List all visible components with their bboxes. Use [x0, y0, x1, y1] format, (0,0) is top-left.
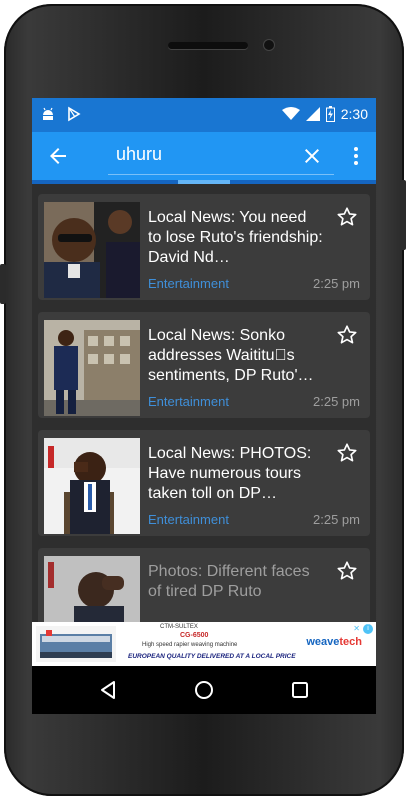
article-thumbnail — [44, 438, 140, 534]
nav-recents-icon[interactable] — [288, 678, 312, 702]
ad-brand-accent: tech — [339, 636, 362, 648]
article-card[interactable]: Local News: PHOTOS: Have numerous tours … — [38, 430, 370, 536]
article-title[interactable]: Local News: PHOTOS: Have numerous tours … — [148, 444, 324, 506]
search-input[interactable]: uhuru — [116, 144, 162, 165]
status-time: 2:30 — [340, 106, 368, 122]
article-title[interactable]: Photos: Different faces of tired DP Ruto — [148, 562, 324, 624]
article-card[interactable]: Local News: Sonko addresses Waititu s se… — [38, 312, 370, 418]
star-outline-icon[interactable] — [336, 324, 358, 346]
ad-product-line: CG-6500 — [180, 632, 209, 639]
screen: 2:30 uhuru Local News: You need to lose … — [32, 98, 376, 714]
ad-close-icon[interactable]: ✕ — [353, 624, 360, 633]
ad-banner[interactable]: CTM-SULTEX CG-6500 High speed rapier wea… — [32, 622, 376, 666]
article-category[interactable]: Entertainment — [148, 394, 229, 409]
close-icon[interactable] — [300, 144, 324, 168]
star-outline-icon[interactable] — [336, 560, 358, 582]
article-title[interactable]: Local News: Sonko addresses Waititu s se… — [148, 326, 324, 388]
ad-brand-main: weave — [306, 636, 340, 648]
app-bar: uhuru — [32, 132, 376, 180]
power-button — [400, 180, 406, 250]
weaving-machine-image — [36, 626, 116, 662]
article-category[interactable]: Entertainment — [148, 512, 229, 527]
signal-icon — [305, 107, 320, 121]
volume-button — [0, 264, 6, 304]
status-bar: 2:30 — [32, 98, 376, 132]
article-time: 2:25 pm — [313, 276, 360, 291]
star-outline-icon[interactable] — [336, 206, 358, 228]
article-thumbnail — [44, 320, 140, 416]
article-thumbnail — [44, 556, 140, 630]
article-time: 2:25 pm — [313, 512, 360, 527]
article-card[interactable]: Local News: You need to lose Ruto's frie… — [38, 194, 370, 300]
play-store-icon — [68, 106, 81, 122]
article-card[interactable]: Photos: Different faces of tired DP Ruto — [38, 548, 370, 630]
article-list[interactable]: Local News: You need to lose Ruto's frie… — [32, 184, 376, 630]
ad-choices-icon[interactable]: i — [363, 624, 373, 634]
star-outline-icon[interactable] — [336, 442, 358, 464]
android-debug-icon — [43, 107, 53, 120]
article-category[interactable]: Entertainment — [148, 276, 229, 291]
ad-tagline: EUROPEAN QUALITY DELIVERED AT A LOCAL PR… — [128, 653, 296, 660]
battery-icon — [325, 106, 335, 122]
wifi-icon — [281, 107, 300, 120]
nav-back-icon[interactable] — [96, 678, 120, 702]
ad-description: High speed rapier weaving machine — [142, 642, 238, 648]
article-title[interactable]: Local News: You need to lose Ruto's frie… — [148, 208, 324, 270]
earpiece — [168, 42, 248, 49]
navigation-bar — [32, 666, 376, 714]
ad-brand-logo: weavetech — [306, 636, 362, 648]
ad-model-line: CTM-SULTEX — [160, 624, 198, 630]
more-vert-icon[interactable] — [344, 144, 368, 168]
article-thumbnail — [44, 202, 140, 298]
article-time: 2:25 pm — [313, 394, 360, 409]
search-underline — [108, 174, 334, 175]
arrow-back-icon[interactable] — [46, 144, 70, 168]
front-camera — [264, 40, 274, 50]
nav-home-icon[interactable] — [192, 678, 216, 702]
